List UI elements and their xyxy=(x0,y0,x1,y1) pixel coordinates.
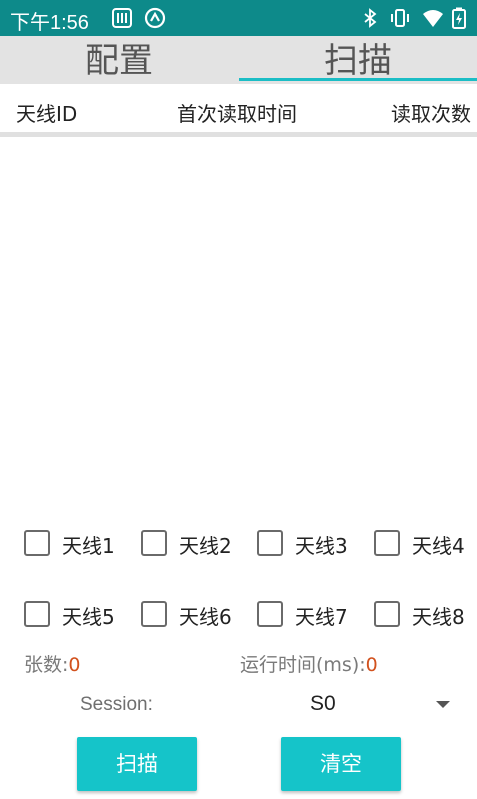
sync-icon xyxy=(144,7,166,29)
antenna-8-checkbox[interactable]: 天线8 xyxy=(374,599,474,631)
checkbox-box[interactable] xyxy=(257,530,283,556)
antenna-1-checkbox[interactable]: 天线1 xyxy=(24,528,124,560)
checkbox-box[interactable] xyxy=(141,530,167,556)
antenna-label: 天线8 xyxy=(412,605,465,629)
runtime: 运行时间(ms):0 xyxy=(240,650,378,677)
antenna-label: 天线6 xyxy=(179,605,232,629)
antenna-6-checkbox[interactable]: 天线6 xyxy=(141,599,241,631)
column-read-count: 读取次数 xyxy=(391,102,471,126)
bluetooth-icon xyxy=(359,7,381,29)
tag-list[interactable] xyxy=(0,142,477,512)
antenna-4-checkbox[interactable]: 天线4 xyxy=(374,528,474,560)
tab-config[interactable]: 配置 xyxy=(0,36,238,84)
tab-indicator xyxy=(239,78,477,81)
sim-card-icon xyxy=(111,7,133,29)
vibrate-icon xyxy=(389,7,411,29)
wifi-icon xyxy=(422,7,444,29)
antenna-label: 天线1 xyxy=(62,534,115,558)
checkbox-box[interactable] xyxy=(374,530,400,556)
antenna-label: 天线4 xyxy=(412,534,465,558)
antenna-7-checkbox[interactable]: 天线7 xyxy=(257,599,357,631)
battery-charging-icon xyxy=(451,7,467,29)
antenna-label: 天线7 xyxy=(295,605,348,629)
session-value: S0 xyxy=(310,692,336,715)
checkbox-box[interactable] xyxy=(374,601,400,627)
tab-scan[interactable]: 扫描 xyxy=(239,36,477,84)
antenna-label: 天线3 xyxy=(295,534,348,558)
checkbox-box[interactable] xyxy=(257,601,283,627)
column-antenna-id: 天线ID xyxy=(16,102,78,126)
tab-bar: 配置 扫描 xyxy=(0,36,477,84)
session-dropdown[interactable]: S0 xyxy=(240,684,464,726)
tag-count-label: 张数: xyxy=(24,654,69,676)
antenna-5-checkbox[interactable]: 天线5 xyxy=(24,599,124,631)
tag-count-value: 0 xyxy=(68,654,81,676)
scan-button[interactable]: 扫描 xyxy=(77,737,197,791)
runtime-value: 0 xyxy=(365,654,378,676)
antenna-label: 天线2 xyxy=(179,534,232,558)
tag-count: 张数:0 xyxy=(24,650,81,677)
column-first-read-time: 首次读取时间 xyxy=(177,102,297,126)
status-time: 下午1:56 xyxy=(10,12,89,34)
runtime-label: 运行时间(ms): xyxy=(240,654,366,676)
antenna-3-checkbox[interactable]: 天线3 xyxy=(257,528,357,560)
antenna-label: 天线5 xyxy=(62,605,115,629)
table-header: 天线ID 首次读取时间 读取次数 xyxy=(0,84,477,137)
status-bar: 下午1:56 xyxy=(0,0,477,36)
session-label: Session: xyxy=(80,694,153,715)
antenna-2-checkbox[interactable]: 天线2 xyxy=(141,528,241,560)
checkbox-box[interactable] xyxy=(24,530,50,556)
dropdown-arrow-icon xyxy=(436,701,450,708)
checkbox-box[interactable] xyxy=(24,601,50,627)
checkbox-box[interactable] xyxy=(141,601,167,627)
clear-button[interactable]: 清空 xyxy=(281,737,401,791)
